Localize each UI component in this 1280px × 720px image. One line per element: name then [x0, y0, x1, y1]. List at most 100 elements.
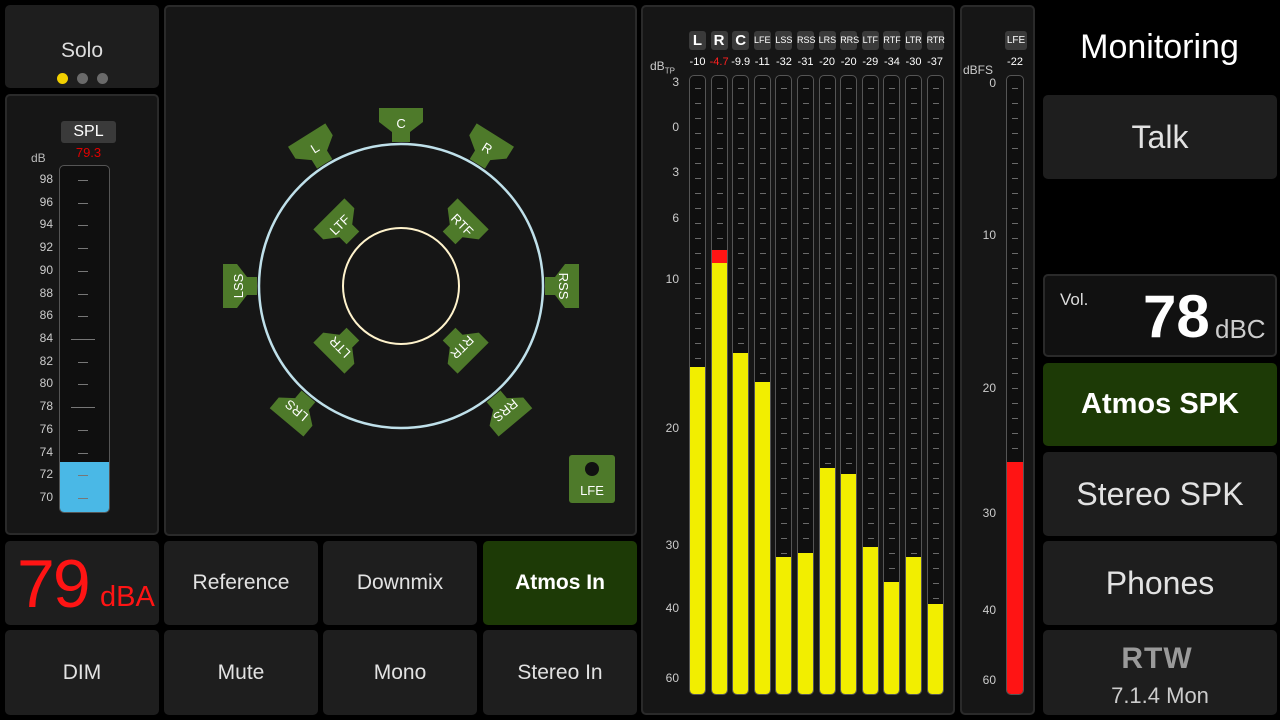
channel-badge[interactable]: C — [732, 31, 750, 50]
meter-tick-mark — [911, 538, 917, 539]
speaker-l[interactable]: L — [288, 123, 343, 175]
spl-scale-label: 76 — [39, 421, 53, 436]
channel-badge[interactable]: LSS — [775, 31, 792, 50]
channel-badge[interactable]: LRS — [818, 31, 836, 50]
meter-tick-mark — [759, 208, 766, 209]
dim-button[interactable]: DIM — [5, 630, 159, 715]
meter-tick-mark — [846, 103, 853, 104]
meter-tick-mark — [716, 208, 723, 209]
volume-value: 78 — [1143, 283, 1210, 350]
meter-tick-mark — [803, 388, 809, 389]
speaker-layout[interactable]: L C R LSS RSS LRS RRS LTF RTF LTR RTR LFE — [164, 5, 637, 536]
meter-tick-mark — [911, 433, 917, 434]
meter-tick-mark — [695, 118, 701, 119]
meter-tick-mark — [716, 133, 723, 134]
speaker-c[interactable]: C — [379, 108, 423, 142]
meter-tick-mark — [1012, 193, 1018, 194]
meter-tick-mark — [889, 178, 896, 179]
meter-tick-mark — [824, 403, 831, 404]
channel-badge[interactable]: RTF — [883, 31, 901, 50]
preset-info[interactable]: RTW 7.1.4 Mon — [1043, 630, 1277, 715]
meter-tick-mark — [781, 463, 788, 464]
channel-meter-fill — [819, 467, 835, 694]
spl-scale-label: 82 — [39, 353, 53, 368]
atmos-spk-button[interactable]: Atmos SPK — [1043, 363, 1277, 446]
meter-tick-mark — [1012, 88, 1018, 89]
meter-tick-mark — [889, 463, 896, 464]
speaker-lrs[interactable]: LRS — [269, 382, 326, 437]
meter-tick-mark — [1012, 388, 1018, 389]
channel-meter-track — [775, 75, 793, 695]
meter-tick-mark — [1012, 253, 1018, 254]
meter-tick-mark — [738, 88, 745, 89]
meter-tick-mark — [803, 463, 809, 464]
meter-tick-mark — [1012, 298, 1018, 299]
meter-tick-mark — [846, 148, 853, 149]
reference-button[interactable]: Reference — [164, 541, 318, 625]
meter-tick-mark — [781, 133, 788, 134]
meter-tick-mark — [781, 223, 788, 224]
channel-badge[interactable]: RRS — [840, 31, 859, 50]
meter-tick-mark — [867, 313, 874, 314]
spl-tick-mark — [78, 384, 88, 386]
speaker-rrs[interactable]: RRS — [477, 382, 533, 437]
spl-tick-mark — [78, 293, 88, 295]
channel-badge[interactable]: RSS — [797, 31, 816, 50]
meter-tick-mark — [932, 328, 939, 329]
channel-peak-value: -37 — [927, 56, 944, 68]
channel-peak-hold — [711, 249, 727, 263]
meter-tick-mark — [803, 103, 809, 104]
speaker-lss[interactable]: LSS — [223, 264, 257, 308]
meter-tick-mark — [759, 343, 766, 344]
talk-button[interactable]: Talk — [1043, 95, 1277, 179]
phones-button[interactable]: Phones — [1043, 541, 1277, 625]
meter-tick-mark — [759, 193, 766, 194]
meter-tick-mark — [911, 298, 917, 299]
meter-tick-mark — [867, 523, 874, 524]
channel-badge[interactable]: LTR — [905, 31, 922, 50]
channel-badge[interactable]: LTF — [861, 31, 879, 50]
meter-tick-mark — [846, 448, 853, 449]
meter-tick-mark — [932, 148, 939, 149]
downmix-button[interactable]: Downmix — [323, 541, 477, 625]
speaker-lfe[interactable]: LFE — [569, 455, 615, 503]
spl-scale-label: 78 — [39, 399, 53, 414]
meter-tick-mark — [932, 598, 939, 599]
channel-meter-fill — [841, 473, 857, 694]
meter-tick-mark — [695, 148, 701, 149]
meter-tick-mark — [803, 283, 809, 284]
meter-tick-mark — [867, 328, 874, 329]
stereo-spk-button[interactable]: Stereo SPK — [1043, 452, 1277, 536]
meter-tick-mark — [889, 328, 896, 329]
channel-badge[interactable]: RTR — [926, 31, 945, 50]
meter-tick-mark — [759, 88, 766, 89]
meter-tick-mark — [846, 358, 853, 359]
meter-tick-mark — [867, 448, 874, 449]
speaker-rss[interactable]: RSS — [545, 264, 579, 308]
meter-tick-mark — [781, 88, 788, 89]
lfe-channel-badge[interactable]: LFE — [1005, 31, 1027, 50]
speaker-r[interactable]: R — [459, 123, 514, 175]
meter-tick-mark — [803, 538, 809, 539]
channel-badge[interactable]: L — [689, 31, 706, 50]
channel-badge[interactable]: LFE — [753, 31, 771, 50]
meter-tick-mark — [738, 298, 745, 299]
meter-tick-mark — [867, 178, 874, 179]
meter-tick-mark — [932, 208, 939, 209]
meter-tick-mark — [695, 193, 701, 194]
meter-tick-mark — [932, 373, 939, 374]
stereo-in-button[interactable]: Stereo In — [483, 630, 637, 715]
dba-value: 79 — [17, 546, 91, 622]
mute-button[interactable]: Mute — [164, 630, 318, 715]
atmos-in-button[interactable]: Atmos In — [483, 541, 637, 625]
meter-tick-mark — [889, 193, 896, 194]
meter-tick-mark — [911, 253, 917, 254]
meter-tick-mark — [824, 148, 831, 149]
channel-badge[interactable]: R — [710, 31, 728, 50]
volume-display[interactable]: Vol. 78 dBC — [1043, 274, 1277, 357]
meter-tick-mark — [759, 358, 766, 359]
page-dot-3 — [96, 73, 108, 84]
meter-tick-mark — [867, 208, 874, 209]
mono-button[interactable]: Mono — [323, 630, 477, 715]
solo-button[interactable]: Solo — [5, 5, 159, 88]
